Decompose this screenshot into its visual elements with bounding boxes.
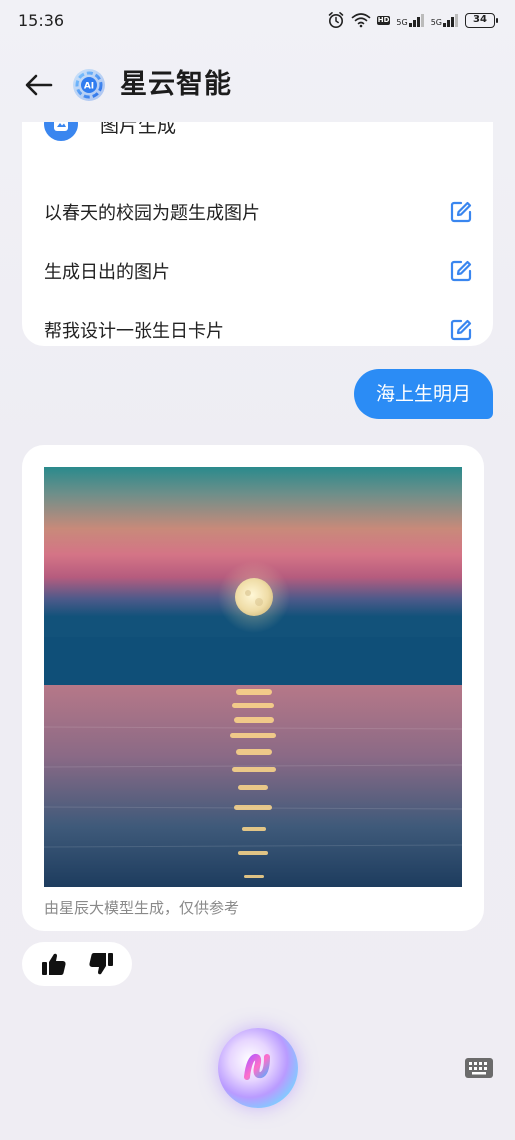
wifi-icon: [351, 13, 371, 28]
back-button[interactable]: [22, 68, 56, 102]
suggestion-card-title: 图片生成: [100, 122, 177, 137]
app-header: AI 星云智能: [0, 58, 515, 112]
keyboard-icon: [465, 1058, 493, 1078]
voice-orb-icon: [244, 1053, 270, 1080]
suggestion-card: 图片生成 以春天的校园为题生成图片 生成日出的图片 帮我设计一张生日卡片: [22, 122, 493, 346]
status-bar: 15:36 HD 5G 5G 34: [0, 0, 515, 42]
battery-icon: 34: [465, 12, 498, 28]
dislike-button[interactable]: [86, 949, 116, 979]
generated-image-caption: 由星辰大模型生成，仅供参考: [44, 899, 240, 917]
suggestion-label: 以春天的校园为题生成图片: [44, 203, 260, 224]
like-button[interactable]: [39, 949, 69, 979]
hd-icon: HD: [376, 15, 391, 25]
user-message-bubble[interactable]: 海上生明月: [353, 369, 493, 419]
signal-group-1: 5G: [396, 13, 424, 27]
chat-scroll-area[interactable]: 图片生成 以春天的校园为题生成图片 生成日出的图片 帮我设计一张生日卡片 海上生…: [0, 122, 515, 1022]
thumbs-down-icon: [88, 953, 113, 975]
alarm-icon: [328, 12, 344, 28]
status-time: 15:36: [18, 11, 65, 30]
page-title: 星云智能: [120, 69, 232, 100]
feedback-bar: [22, 942, 132, 986]
edit-icon[interactable]: [448, 317, 474, 343]
generated-image[interactable]: [44, 467, 462, 887]
voice-input-button[interactable]: [218, 1028, 298, 1108]
signal-group-2: 5G: [431, 13, 459, 27]
arrow-left-icon: [25, 74, 53, 96]
signal-icon: [443, 14, 458, 27]
edit-icon[interactable]: [448, 258, 474, 284]
suggestion-item[interactable]: 以春天的校园为题生成图片: [44, 192, 474, 232]
logo-text: AI: [84, 82, 94, 92]
thumbs-up-icon: [41, 953, 66, 975]
suggestion-card-header: 图片生成: [44, 122, 176, 144]
signal-icon: [408, 14, 424, 27]
suggestion-label: 生成日出的图片: [44, 262, 170, 283]
app-logo: AI: [73, 69, 105, 101]
edit-icon[interactable]: [448, 199, 474, 225]
suggestion-label: 帮我设计一张生日卡片: [44, 321, 224, 342]
ai-image-response-card: 由星辰大模型生成，仅供参考: [22, 445, 484, 931]
keyboard-button[interactable]: [462, 1054, 496, 1082]
image-gen-icon: [44, 122, 78, 141]
network-type-label: 5G: [396, 18, 408, 27]
network-type-label: 5G: [430, 18, 442, 27]
suggestion-item[interactable]: 帮我设计一张生日卡片: [44, 310, 474, 350]
status-icons: HD 5G 5G 34: [327, 10, 498, 30]
suggestion-item[interactable]: 生成日出的图片: [44, 251, 474, 291]
